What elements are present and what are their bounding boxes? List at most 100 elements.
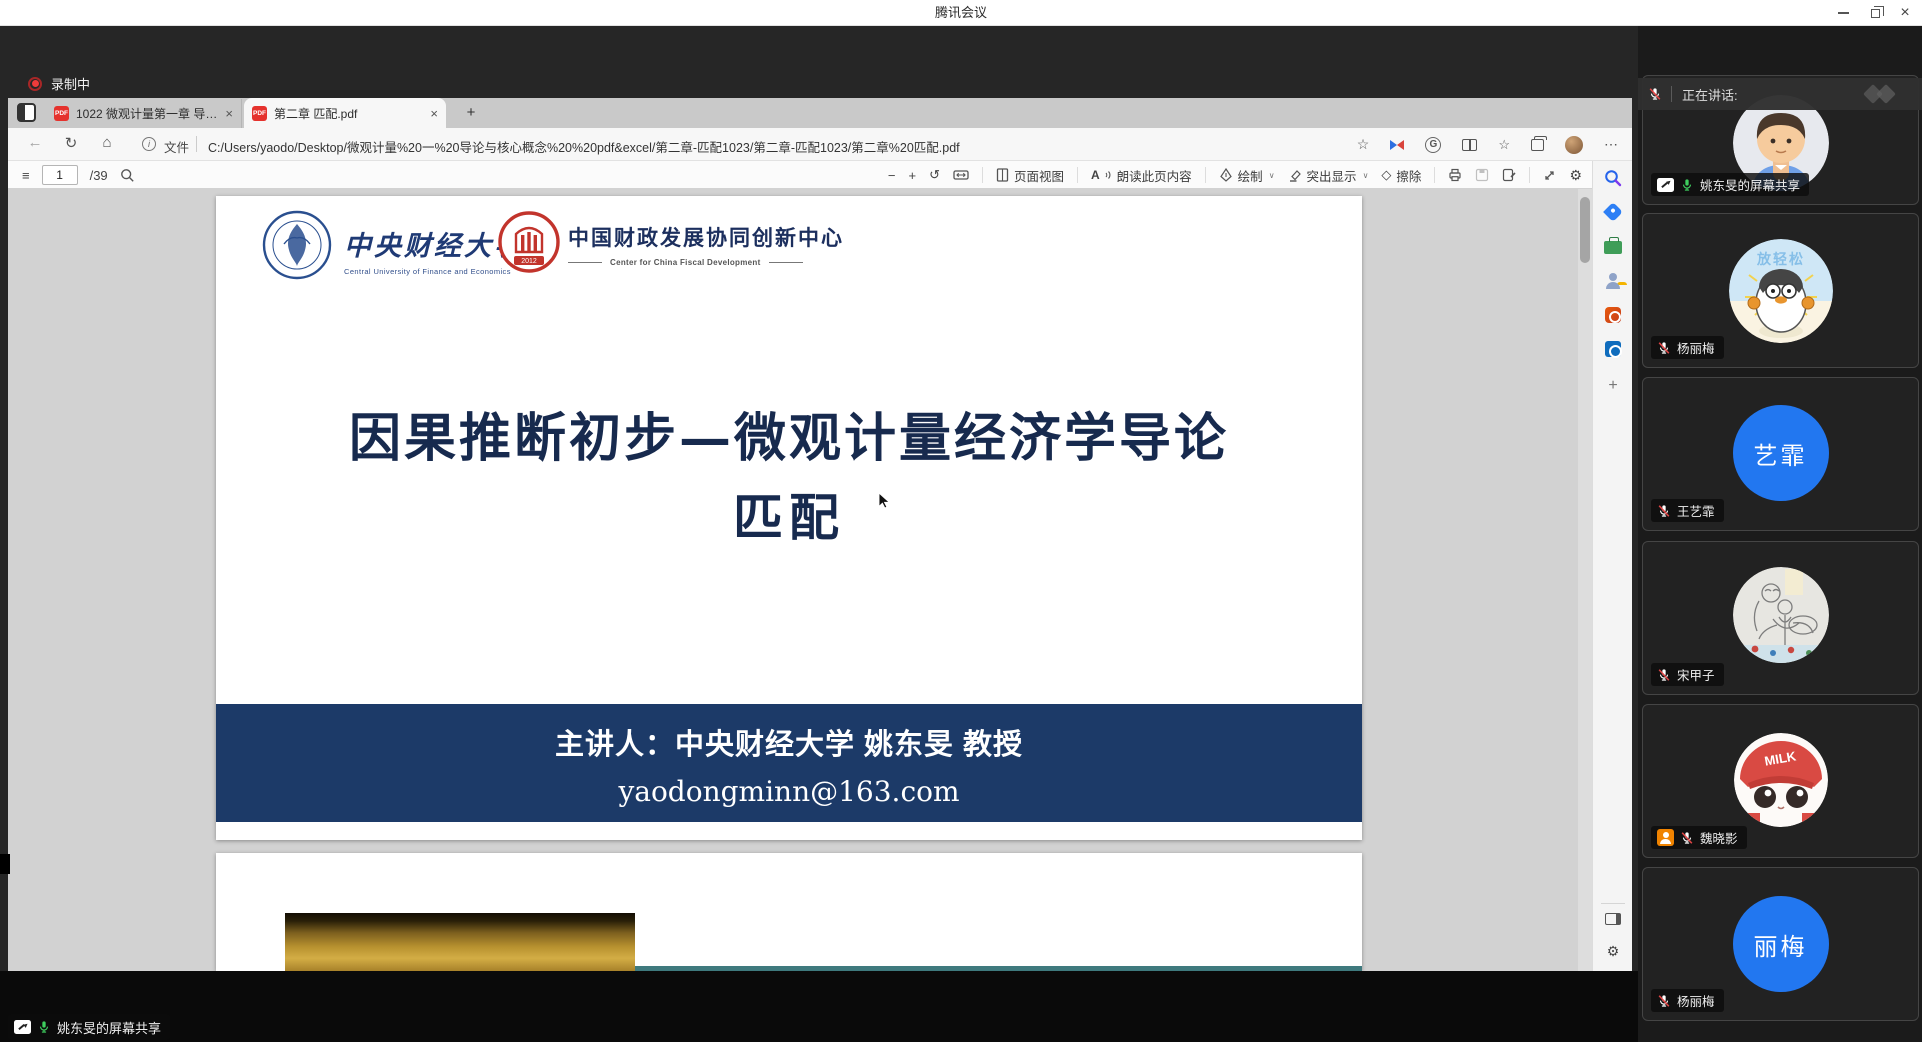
tab-chapter1[interactable]: PDF 1022 微观计量第一章 导论与核 × bbox=[46, 99, 242, 128]
sidebar-office-button[interactable] bbox=[1593, 307, 1633, 323]
minimize-icon bbox=[1838, 12, 1849, 14]
page-view-icon bbox=[996, 168, 1009, 182]
sidebar-shopping-button[interactable] bbox=[1593, 205, 1633, 219]
sidebar-settings-button[interactable]: ⚙ bbox=[1593, 943, 1633, 960]
tab-close-icon[interactable]: × bbox=[430, 106, 438, 121]
pdf-toolbar: ≡ /39 − + ↺ 页面视图 A 朗读此页内容 bbox=[8, 161, 1592, 189]
participant-tile[interactable]: 艺霏 王艺霏 bbox=[1642, 377, 1919, 531]
participant-name-chip: 魏晓影 bbox=[1651, 826, 1747, 849]
search-icon bbox=[1604, 169, 1622, 187]
recording-indicator: 录制中 bbox=[28, 74, 90, 93]
participant-tile[interactable]: 放轻松 杨丽梅 bbox=[1642, 213, 1919, 368]
address-input[interactable]: C:/Users/yaodo/Desktop/微观计量%20一%20导论与核心概… bbox=[208, 137, 1298, 156]
back-button[interactable]: ← bbox=[24, 134, 46, 151]
office-icon bbox=[1605, 307, 1621, 323]
mic-muted-icon bbox=[1657, 994, 1671, 1008]
participant-tile[interactable]: MILK 魏晓影 bbox=[1642, 704, 1919, 858]
page-info-icon[interactable]: i bbox=[142, 137, 156, 151]
pdf-file-icon: PDF bbox=[54, 106, 69, 121]
fit-width-icon[interactable] bbox=[953, 168, 969, 182]
participant-name: 宋甲子 bbox=[1677, 665, 1715, 684]
page-view-button[interactable]: 页面视图 bbox=[996, 166, 1064, 185]
book-cover-image bbox=[285, 913, 635, 971]
avatar-text: 艺霏 bbox=[1754, 436, 1808, 471]
highlighter-icon bbox=[1288, 168, 1302, 182]
erase-button[interactable]: ◇ 擦除 bbox=[1381, 166, 1421, 185]
save-as-icon[interactable] bbox=[1502, 168, 1516, 182]
decorative-dash bbox=[769, 262, 803, 264]
toolbox-icon bbox=[1604, 241, 1622, 254]
new-tab-button[interactable]: + bbox=[460, 102, 482, 124]
more-menu-icon[interactable]: ⋯ bbox=[1604, 136, 1618, 153]
refresh-button[interactable]: ↻ bbox=[60, 134, 82, 152]
profile-avatar[interactable] bbox=[1565, 136, 1583, 154]
open-sidebar-icon bbox=[1605, 913, 1621, 925]
tab-actions-icon[interactable] bbox=[17, 103, 36, 122]
extension-icon[interactable] bbox=[1390, 138, 1404, 152]
add-favorite-icon[interactable]: ☆ bbox=[1357, 136, 1370, 153]
shared-screen-letterbox bbox=[0, 971, 1638, 1042]
presenter-email: yaodongminn@163.com bbox=[216, 775, 1362, 808]
chevron-down-icon[interactable]: ∨ bbox=[1363, 171, 1369, 180]
participant-name: 王艺霏 bbox=[1677, 501, 1715, 520]
tab-close-icon[interactable]: × bbox=[225, 106, 233, 121]
background-window-fragment bbox=[0, 854, 10, 874]
app-title: 腾讯会议 bbox=[0, 0, 1922, 26]
toolbar-divider bbox=[982, 167, 983, 183]
participant-tile[interactable]: 宋甲子 bbox=[1642, 541, 1919, 695]
save-icon bbox=[1475, 168, 1489, 182]
favorites-icon[interactable]: ☆ bbox=[1498, 137, 1510, 153]
extension-g-icon[interactable]: G bbox=[1425, 137, 1441, 153]
tag-icon bbox=[1603, 202, 1623, 222]
sidebar-rewards-button[interactable] bbox=[1593, 273, 1633, 289]
pdf-settings-icon[interactable]: ⚙ bbox=[1569, 167, 1582, 184]
highlight-button[interactable]: 突出显示 ∨ bbox=[1288, 166, 1369, 185]
page-total-label: /39 bbox=[90, 168, 108, 183]
ccfd-name: 中国财政发展协同创新中心 bbox=[568, 222, 844, 252]
mic-muted-icon bbox=[1680, 831, 1694, 845]
slide-title-line2: 匹配 bbox=[216, 478, 1362, 550]
mic-muted-icon bbox=[1648, 87, 1662, 101]
sidebar-search-button[interactable] bbox=[1593, 169, 1633, 187]
screen-share-icon bbox=[14, 1020, 31, 1034]
close-button[interactable]: × bbox=[1890, 0, 1920, 26]
page-number-input[interactable] bbox=[42, 165, 78, 185]
minimize-button[interactable] bbox=[1828, 0, 1858, 26]
edge-browser: PDF 1022 微观计量第一章 导论与核 × PDF 第二章 匹配.pdf ×… bbox=[8, 98, 1632, 971]
tab-chapter2-active[interactable]: PDF 第二章 匹配.pdf × bbox=[244, 98, 446, 128]
rotate-icon[interactable]: ↺ bbox=[929, 167, 940, 183]
app-titlebar: 腾讯会议 × bbox=[0, 0, 1922, 26]
draw-button[interactable]: 绘制 ∨ bbox=[1219, 166, 1275, 185]
mic-muted-icon bbox=[1657, 504, 1671, 518]
scrollbar-thumb[interactable] bbox=[1580, 197, 1590, 263]
participant-name: 姚东旻的屏幕共享 bbox=[1700, 175, 1800, 194]
participant-name-chip: 宋甲子 bbox=[1651, 663, 1724, 686]
sidebar-add-button[interactable]: + bbox=[1593, 377, 1633, 395]
split-screen-icon[interactable] bbox=[1462, 139, 1477, 151]
pdf-scrollbar[interactable] bbox=[1578, 189, 1592, 971]
collections-icon[interactable] bbox=[1531, 139, 1544, 151]
avatar-caption: 放轻松 bbox=[1756, 251, 1805, 267]
pen-icon bbox=[1219, 168, 1233, 182]
sidebar-open-panel-button[interactable] bbox=[1593, 913, 1633, 925]
pdf-viewport[interactable]: 中央财经大学 Central University of Finance and… bbox=[8, 189, 1592, 971]
fullscreen-icon[interactable] bbox=[1543, 169, 1556, 182]
decorative-dash bbox=[568, 262, 602, 264]
ccfd-subtitle: Center for China Fiscal Development bbox=[610, 258, 761, 267]
sidebar-tools-button[interactable] bbox=[1593, 241, 1633, 254]
pdf-contents-icon[interactable]: ≡ bbox=[22, 168, 30, 183]
participant-name: 杨丽梅 bbox=[1677, 338, 1715, 357]
recording-dot-icon bbox=[28, 77, 42, 91]
zoom-in-button[interactable]: + bbox=[908, 168, 916, 183]
restore-button[interactable] bbox=[1860, 0, 1890, 26]
zoom-out-button[interactable]: − bbox=[888, 168, 896, 183]
presenter-banner: 主讲人：中央财经大学 姚东旻 教授 yaodongminn@163.com bbox=[216, 704, 1362, 822]
home-button[interactable]: ⌂ bbox=[96, 134, 118, 151]
read-aloud-button[interactable]: A 朗读此页内容 bbox=[1091, 166, 1192, 185]
participant-tile[interactable]: 丽梅 杨丽梅 bbox=[1642, 867, 1919, 1021]
urlbar-actions: ☆ G ☆ ⋯ bbox=[1357, 128, 1618, 161]
chevron-down-icon[interactable]: ∨ bbox=[1269, 171, 1275, 180]
pdf-search-icon[interactable] bbox=[120, 168, 135, 183]
sidebar-outlook-button[interactable] bbox=[1593, 341, 1633, 357]
print-icon[interactable] bbox=[1448, 168, 1462, 182]
